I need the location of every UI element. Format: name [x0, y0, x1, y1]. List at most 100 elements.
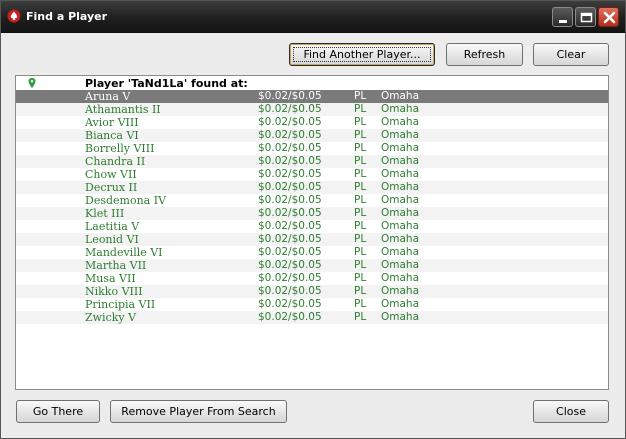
row-limit: PL: [354, 155, 367, 167]
row-table-name: Mandeville VI: [85, 246, 163, 259]
row-game: Omaha: [381, 220, 420, 232]
table-row[interactable]: Leonid VI $0.02/$0.05 PL Omaha: [16, 233, 608, 246]
row-game: Omaha: [381, 311, 420, 323]
pin-icon: [28, 78, 36, 88]
clear-button[interactable]: Clear: [533, 43, 609, 66]
row-table-name: Zwicky V: [85, 311, 137, 324]
row-stakes: $0.02/$0.05: [258, 155, 322, 167]
row-stakes: $0.02/$0.05: [258, 311, 322, 323]
row-stakes: $0.02/$0.05: [258, 285, 322, 297]
remove-player-button[interactable]: Remove Player From Search: [110, 400, 287, 423]
find-a-player-window: Find a Player Find Another Player... Ref…: [0, 0, 626, 439]
row-table-name: Athamantis II: [85, 103, 161, 116]
row-game: Omaha: [381, 246, 420, 258]
table-row[interactable]: Bianca VI $0.02/$0.05 PL Omaha: [16, 129, 608, 142]
spade-logo-icon: [7, 9, 21, 23]
row-game: Omaha: [381, 168, 420, 180]
row-stakes: $0.02/$0.05: [258, 298, 322, 310]
row-game: Omaha: [381, 116, 420, 128]
close-label: Close: [556, 405, 586, 418]
row-game: Omaha: [381, 129, 420, 141]
row-table-name: Klet III: [85, 207, 125, 220]
row-limit: PL: [354, 233, 367, 245]
row-stakes: $0.02/$0.05: [258, 233, 322, 245]
refresh-button[interactable]: Refresh: [446, 43, 523, 66]
row-stakes: $0.02/$0.05: [258, 142, 322, 154]
minimize-button[interactable]: [552, 7, 573, 27]
row-table-name: Aruna V: [85, 90, 131, 103]
row-table-name: Principia VII: [85, 298, 156, 311]
row-game: Omaha: [381, 259, 420, 271]
row-limit: PL: [354, 207, 367, 219]
table-row[interactable]: Laetitia V $0.02/$0.05 PL Omaha: [16, 220, 608, 233]
row-limit: PL: [354, 103, 367, 115]
row-game: Omaha: [381, 233, 420, 245]
row-table-name: Musa VII: [85, 272, 136, 285]
row-limit: PL: [354, 298, 367, 310]
row-table-name: Borrelly VIII: [85, 142, 155, 155]
row-table-name: Avior VIII: [85, 116, 139, 129]
row-table-name: Bianca VI: [85, 129, 139, 142]
refresh-label: Refresh: [463, 48, 506, 61]
title-bar[interactable]: Find a Player: [1, 1, 625, 33]
table-row[interactable]: Aruna V $0.02/$0.05 PL Omaha: [16, 90, 608, 103]
row-table-name: Desdemona IV: [85, 194, 167, 207]
row-game: Omaha: [381, 298, 420, 310]
row-limit: PL: [354, 272, 367, 284]
row-limit: PL: [354, 90, 367, 102]
table-row[interactable]: Mandeville VI $0.02/$0.05 PL Omaha: [16, 246, 608, 259]
row-stakes: $0.02/$0.05: [258, 181, 322, 193]
row-table-name: Martha VII: [85, 259, 147, 272]
row-stakes: $0.02/$0.05: [258, 129, 322, 141]
table-row[interactable]: Decrux II $0.02/$0.05 PL Omaha: [16, 181, 608, 194]
table-row[interactable]: Chow VII $0.02/$0.05 PL Omaha: [16, 168, 608, 181]
go-there-label: Go There: [32, 405, 84, 418]
close-icon: [603, 11, 616, 24]
row-game: Omaha: [381, 142, 420, 154]
row-limit: PL: [354, 311, 367, 323]
close-button[interactable]: Close: [533, 400, 609, 423]
row-limit: PL: [354, 194, 367, 206]
remove-player-label: Remove Player From Search: [121, 405, 276, 418]
row-table-name: Laetitia V: [85, 220, 140, 233]
row-stakes: $0.02/$0.05: [258, 116, 322, 128]
row-table-name: Leonid VI: [85, 233, 139, 246]
table-row[interactable]: Musa VII $0.02/$0.05 PL Omaha: [16, 272, 608, 285]
row-stakes: $0.02/$0.05: [258, 259, 322, 271]
table-row[interactable]: Nikko VIII $0.02/$0.05 PL Omaha: [16, 285, 608, 298]
row-game: Omaha: [381, 194, 420, 206]
find-another-player-button[interactable]: Find Another Player...: [289, 43, 435, 66]
table-row[interactable]: Chandra II $0.02/$0.05 PL Omaha: [16, 155, 608, 168]
row-limit: PL: [354, 116, 367, 128]
row-table-name: Nikko VIII: [85, 285, 143, 298]
window-title: Find a Player: [26, 10, 108, 23]
row-limit: PL: [354, 181, 367, 193]
table-row[interactable]: Borrelly VIII $0.02/$0.05 PL Omaha: [16, 142, 608, 155]
row-limit: PL: [354, 129, 367, 141]
row-table-name: Decrux II: [85, 181, 138, 194]
row-limit: PL: [354, 168, 367, 180]
table-row[interactable]: Desdemona IV $0.02/$0.05 PL Omaha: [16, 194, 608, 207]
row-stakes: $0.02/$0.05: [258, 103, 322, 115]
row-stakes: $0.02/$0.05: [258, 220, 322, 232]
table-row[interactable]: Klet III $0.02/$0.05 PL Omaha: [16, 207, 608, 220]
results-list[interactable]: Player 'TaNd1La' found at: Aruna V $0.02/…: [15, 75, 609, 390]
maximize-button[interactable]: [575, 7, 596, 27]
table-row[interactable]: Martha VII $0.02/$0.05 PL Omaha: [16, 259, 608, 272]
focus-rectangle: [293, 47, 431, 62]
row-stakes: $0.02/$0.05: [258, 272, 322, 284]
table-row[interactable]: Zwicky V $0.02/$0.05 PL Omaha: [16, 311, 608, 324]
row-limit: PL: [354, 142, 367, 154]
go-there-button[interactable]: Go There: [16, 400, 100, 423]
row-table-name: Chandra II: [85, 155, 146, 168]
row-stakes: $0.02/$0.05: [258, 246, 322, 258]
row-game: Omaha: [381, 103, 420, 115]
row-game: Omaha: [381, 272, 420, 284]
row-game: Omaha: [381, 181, 420, 193]
table-row[interactable]: Athamantis II $0.02/$0.05 PL Omaha: [16, 103, 608, 116]
results-rows: Aruna V $0.02/$0.05 PL Omaha Athamantis II $0…: [16, 90, 608, 324]
table-row[interactable]: Avior VIII $0.02/$0.05 PL Omaha: [16, 116, 608, 129]
window-close-button[interactable]: [598, 7, 619, 27]
table-row[interactable]: Principia VII $0.02/$0.05 PL Omaha: [16, 298, 608, 311]
maximize-icon: [580, 12, 593, 23]
